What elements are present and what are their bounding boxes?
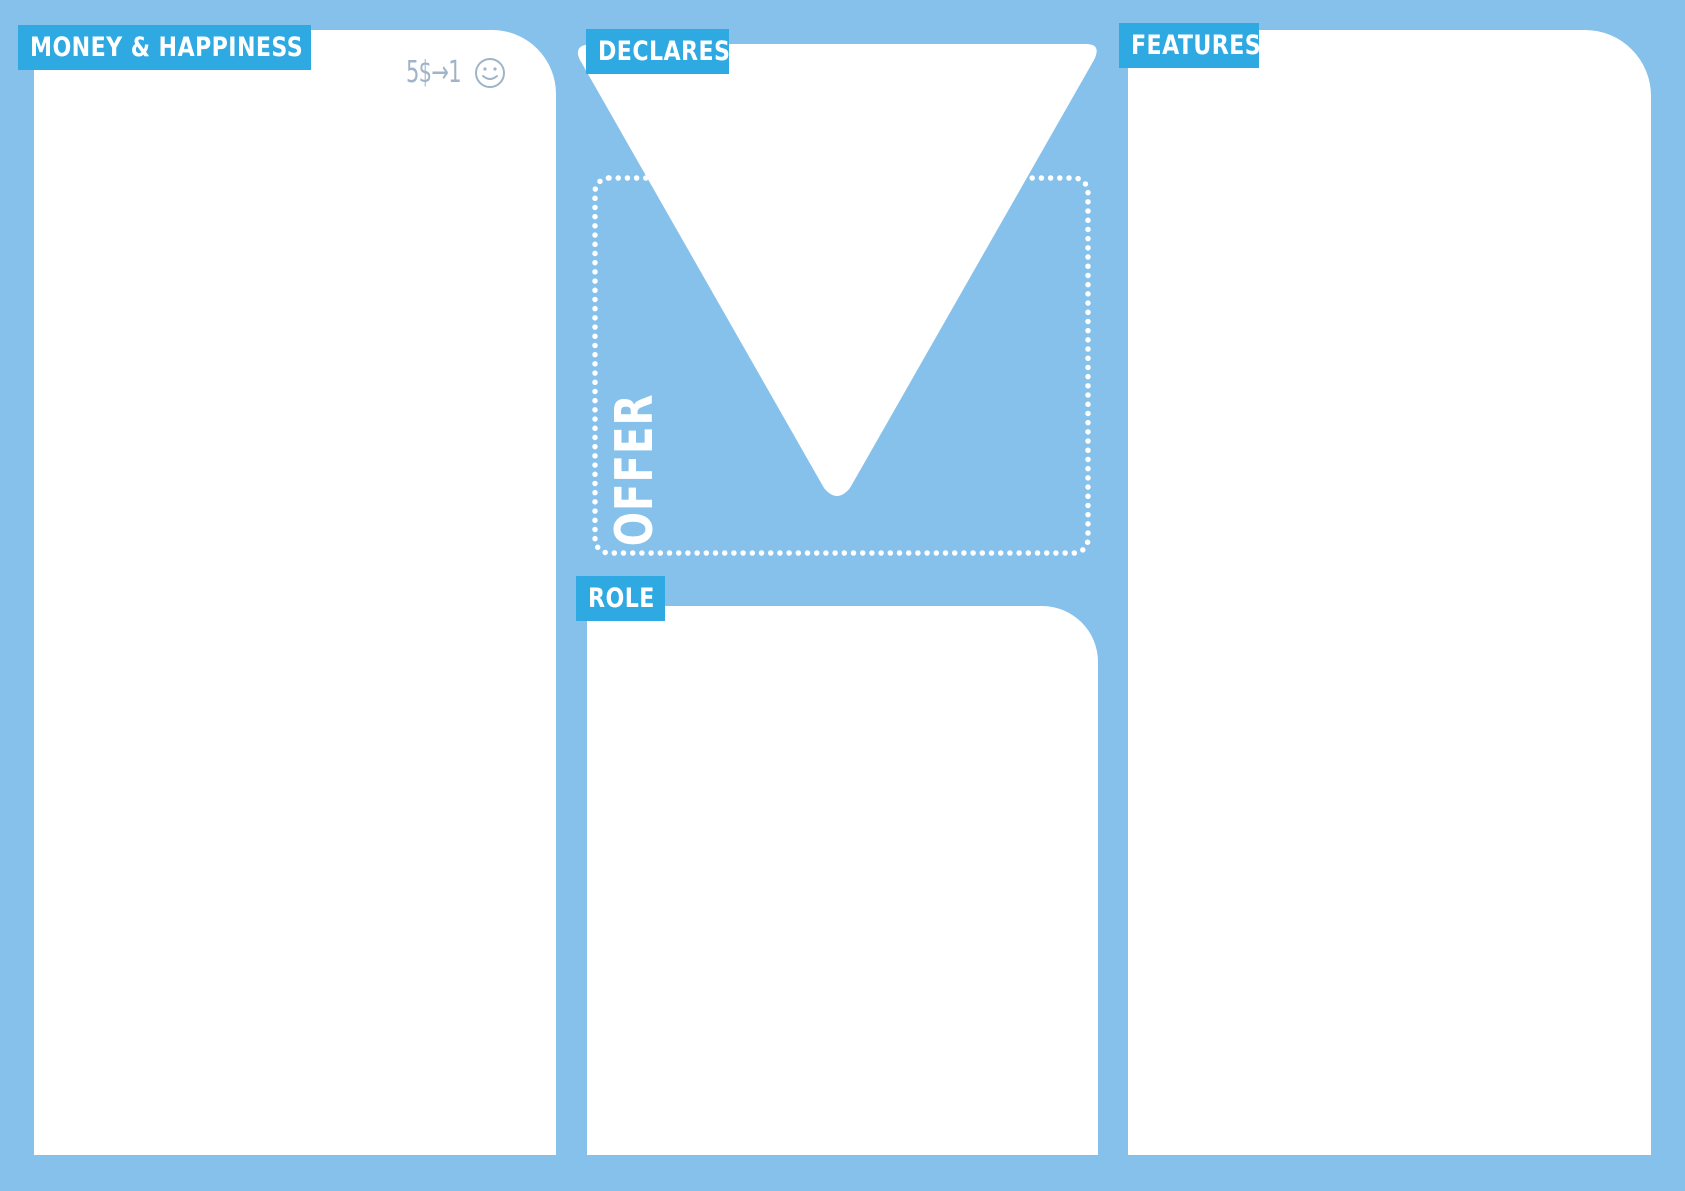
features-panel[interactable] — [1128, 30, 1651, 1155]
declares-label: DECLARES — [586, 29, 731, 74]
money-happiness-panel[interactable] — [34, 30, 556, 1155]
features-label: FEATURES — [1119, 23, 1262, 68]
role-panel[interactable] — [587, 606, 1098, 1155]
formula-text: 5$→1 — [406, 54, 462, 90]
role-label-text: ROLE — [588, 583, 655, 614]
declares-label-text: DECLARES — [598, 36, 731, 67]
role-label: ROLE — [576, 576, 665, 621]
money-happiness-label-text: MONEY & HAPPINESS — [30, 32, 304, 63]
smiley-icon — [475, 58, 505, 88]
offer-label-text: OFFER — [605, 393, 665, 547]
features-label-text: FEATURES — [1131, 30, 1262, 61]
offer-label: OFFER — [604, 394, 666, 547]
money-happiness-label: MONEY & HAPPINESS — [18, 25, 311, 70]
